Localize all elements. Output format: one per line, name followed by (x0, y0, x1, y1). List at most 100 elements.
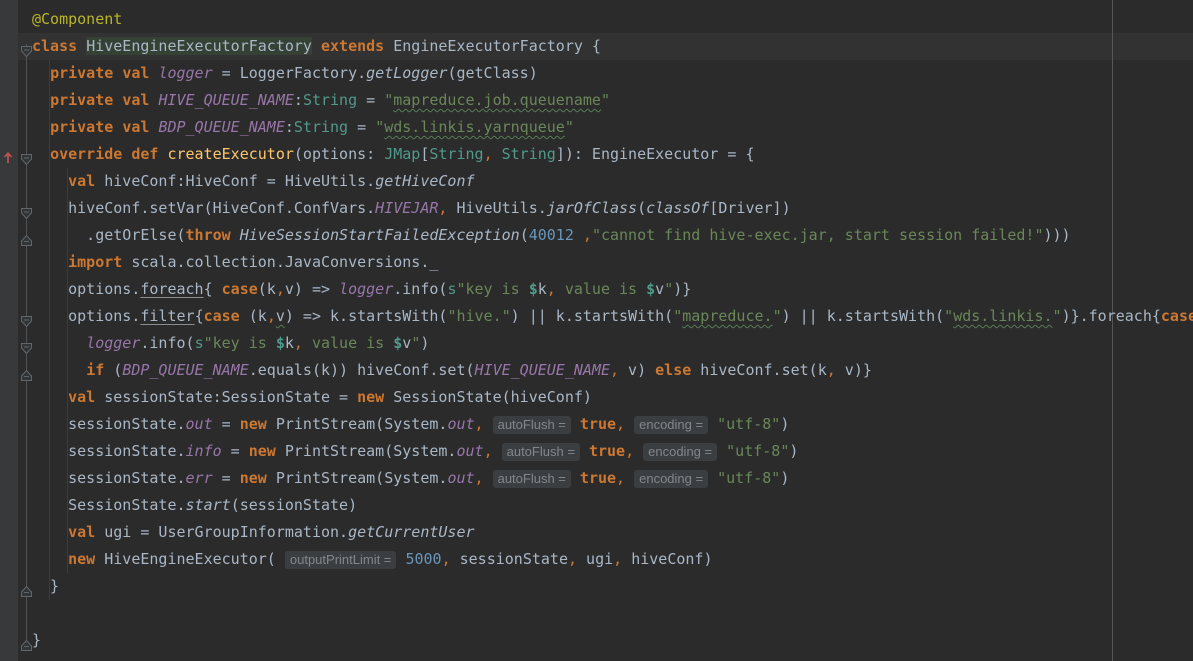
token-kc: , (475, 469, 484, 487)
code-text: class HiveEngineExecutorFactory extends … (32, 33, 601, 60)
token-fld: HIVEJAR (375, 199, 438, 217)
code-text: if (BDP_QUEUE_NAME.equals(k)) hiveConf.s… (32, 357, 872, 384)
token-d (113, 64, 122, 82)
token-kc: , (610, 361, 619, 379)
token-kc: , (442, 550, 451, 568)
token-k: case (1161, 307, 1193, 325)
token-d: ugi (577, 550, 613, 568)
token-d: k (538, 280, 547, 298)
token-kc: , (583, 226, 592, 244)
token-d (574, 226, 583, 244)
code-text: options.foreach{ case(k,v) => logger.inf… (32, 276, 691, 303)
token-kc: , (616, 415, 625, 433)
token-k: import (68, 253, 122, 271)
token-d: (options: (294, 145, 384, 163)
code-editor[interactable]: @Componentclass HiveEngineExecutorFactor… (0, 0, 1193, 661)
token-d (32, 523, 68, 541)
token-d (32, 361, 86, 379)
token-k: new (357, 388, 384, 406)
token-d (484, 415, 493, 433)
token-fld: HIVE_QUEUE_NAME (475, 361, 610, 379)
token-k: val (122, 64, 149, 82)
token-d: options. (32, 280, 140, 298)
code-text: sessionState.out = new PrintStream(Syste… (32, 411, 789, 438)
code-text: private val HIVE_QUEUE_NAME:String = "ma… (32, 87, 610, 114)
token-str: "utf-8" (717, 415, 780, 433)
token-d: ( (520, 226, 529, 244)
token-d: } (32, 631, 41, 649)
token-d (32, 64, 50, 82)
token-str: " (773, 307, 782, 325)
code-text: sessionState.err = new PrintStream(Syste… (32, 465, 789, 492)
code-line: logger.info(s"key is $k, value is $v") (0, 330, 1193, 357)
token-d: SessionState(hiveConf) (384, 388, 592, 406)
parameter-hint: encoding = (634, 416, 708, 434)
token-dol: $ (393, 334, 402, 352)
token-k: private (50, 118, 113, 136)
token-d: (k (240, 307, 267, 325)
token-fld: logger (86, 334, 140, 352)
code-text: val ugi = UserGroupInformation.getCurren… (32, 519, 475, 546)
token-str: " (664, 280, 673, 298)
token-k: override (50, 145, 122, 163)
token-d: hiveConf.setVar(HiveConf.ConfVars. (32, 199, 375, 217)
code-line: hiveConf.setVar(HiveConf.ConfVars.HIVEJA… (0, 195, 1193, 222)
token-num: 5000 (405, 550, 441, 568)
token-d: ( (637, 199, 646, 217)
token-d: PrintStream(System. (267, 415, 448, 433)
token-num: 40012 (529, 226, 574, 244)
token-hl: HiveEngineExecutorFactory (86, 37, 312, 55)
token-d: .info( (393, 280, 447, 298)
token-d (571, 469, 580, 487)
token-d (312, 37, 321, 55)
token-d: hiveConf:HiveConf = HiveUtils. (95, 172, 375, 190)
token-d: ( (104, 361, 122, 379)
token-d (32, 118, 50, 136)
token-k: true (580, 415, 616, 433)
token-k: extends (321, 37, 384, 55)
token-dol: $ (529, 280, 538, 298)
token-fld: out (456, 442, 483, 460)
code-line: val sessionState:SessionState = new Sess… (0, 384, 1193, 411)
token-str: value is (556, 280, 646, 298)
token-it: jarOfClass (547, 199, 637, 217)
token-d: = (213, 415, 240, 433)
token-strw: wds.linkis.yarnqueue (384, 118, 565, 136)
code-text: } (32, 573, 59, 600)
token-d (113, 118, 122, 136)
token-d: HiveEngineExecutor( (95, 550, 285, 568)
token-it: getHiveConf (375, 172, 474, 190)
parameter-hint: autoFlush = (502, 443, 580, 461)
token-kc: , (616, 469, 625, 487)
token-ty: String (303, 91, 357, 109)
token-fld: out (447, 469, 474, 487)
code-text: import scala.collection.JavaConversions.… (32, 249, 438, 276)
token-d (708, 415, 717, 433)
token-k: private (50, 64, 113, 82)
token-fld: out (447, 415, 474, 433)
code-line: override def createExecutor(options: JMa… (0, 141, 1193, 168)
token-str: " (944, 307, 953, 325)
token-d: PrintStream(System. (267, 469, 448, 487)
token-d: ) (420, 334, 429, 352)
token-str: " (411, 334, 420, 352)
parameter-hint: encoding = (634, 470, 708, 488)
token-d (708, 469, 717, 487)
code-text: logger.info(s"key is $k, value is $v") (32, 330, 429, 357)
token-fld: logger (158, 64, 212, 82)
token-d (77, 37, 86, 55)
code-line: private val BDP_QUEUE_NAME:String = "wds… (0, 114, 1193, 141)
token-k: throw (186, 226, 231, 244)
code-text: } (32, 627, 41, 654)
token-d: ) || k.startsWith( (782, 307, 945, 325)
override-method-arrow-icon[interactable] (2, 147, 14, 162)
token-fld: out (186, 415, 213, 433)
token-str: "utf-8" (717, 469, 780, 487)
token-kc: , (613, 550, 622, 568)
token-str: "key is (456, 280, 528, 298)
token-str: value is (303, 334, 393, 352)
token-fld: info (186, 442, 222, 460)
code-line: val ugi = UserGroupInformation.getCurren… (0, 519, 1193, 546)
token-k: new (240, 415, 267, 433)
token-k: private (50, 91, 113, 109)
